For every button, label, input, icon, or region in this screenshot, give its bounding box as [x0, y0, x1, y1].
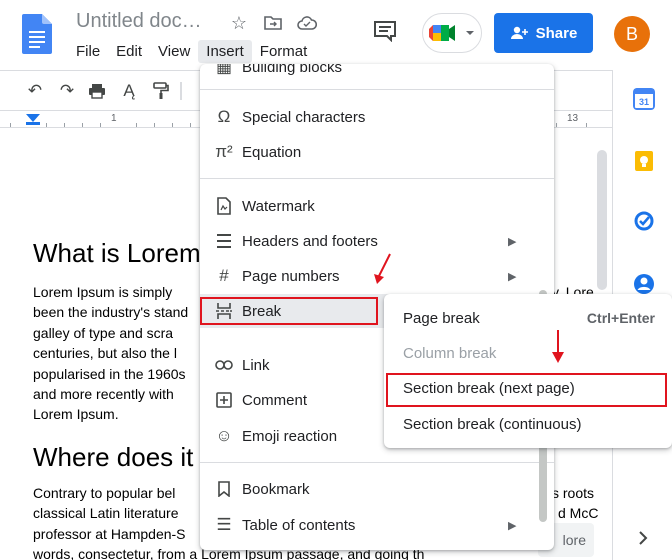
menu-bar: File Edit View Insert Format [68, 40, 315, 63]
building-blocks-icon: ▦ [215, 64, 233, 76]
share-button[interactable]: Share [494, 13, 593, 53]
menu-item-label: Special characters [242, 108, 366, 126]
docs-logo-icon[interactable] [22, 14, 52, 54]
annotation-arrow-icon [374, 253, 391, 284]
menu-item-bookmark[interactable]: Bookmark [200, 472, 554, 506]
ruler-mark-13: 13 [567, 113, 579, 124]
menu-insert[interactable]: Insert [198, 40, 252, 63]
menu-item-building-blocks[interactable]: ▦ Building blocks [200, 64, 554, 84]
submenu-arrow-icon: ▶ [508, 270, 517, 283]
calendar-icon[interactable]: 31 [633, 88, 655, 110]
para2-right-fragment-1: s roots [552, 485, 595, 501]
spellcheck-icon[interactable]: Ą [118, 81, 140, 101]
doc-title[interactable]: Untitled doc… [76, 10, 202, 33]
pi-icon: π² [215, 142, 233, 161]
first-line-indent-marker[interactable] [26, 122, 40, 125]
undo-icon[interactable]: ↶ [24, 81, 46, 101]
menu-item-label: Comment [242, 391, 308, 409]
menu-edit[interactable]: Edit [108, 40, 150, 63]
explore-label: lore [562, 532, 586, 548]
submenu-arrow-icon: ▶ [508, 235, 517, 248]
watermark-icon [214, 196, 234, 216]
menu-file[interactable]: File [68, 40, 108, 63]
contacts-icon[interactable] [633, 273, 655, 295]
cloud-status-icon[interactable] [296, 12, 318, 34]
move-folder-icon[interactable] [262, 12, 284, 34]
menu-item-table-of-contents[interactable]: ☰ Table of contents ▶ [200, 508, 554, 542]
toolbar-divider [180, 82, 182, 100]
annotation-arrow-icon [552, 330, 564, 363]
para2-right-fragment-2: d McC [558, 505, 599, 521]
meet-icon [429, 25, 474, 41]
section-break-highlight-box [386, 373, 667, 407]
menu-item-label: Page numbers [242, 267, 340, 285]
star-icon[interactable]: ☆ [228, 12, 250, 34]
menu-divider [200, 178, 554, 179]
hash-icon: # [219, 266, 229, 285]
redo-icon[interactable]: ↷ [56, 81, 78, 101]
menu-item-special-characters[interactable]: Ω Special characters [200, 100, 554, 134]
document-scrollbar[interactable] [597, 150, 607, 290]
submenu-item-section-break-continuous[interactable]: Section break (continuous) [384, 408, 672, 442]
paint-format-icon[interactable] [150, 81, 172, 101]
menu-item-equation[interactable]: π² Equation [200, 135, 554, 169]
submenu-item-label: Section break (continuous) [403, 416, 582, 433]
comment-history-icon[interactable] [372, 20, 398, 42]
chevron-right-icon[interactable] [637, 530, 649, 546]
submenu-item-label: Column break [403, 345, 497, 362]
avatar[interactable]: B [614, 16, 650, 52]
menu-item-label: Headers and footers [242, 232, 378, 250]
svg-text:31: 31 [639, 97, 649, 107]
header-footer-icon [214, 231, 234, 251]
share-label: Share [535, 24, 578, 42]
menu-item-label: Table of contents [242, 516, 356, 534]
bookmark-icon [214, 479, 234, 499]
menu-format[interactable]: Format [252, 40, 316, 63]
submenu-item-column-break: Column break [384, 337, 672, 371]
indent-marker[interactable] [26, 114, 40, 122]
link-icon [214, 355, 234, 375]
break-submenu: Page break Ctrl+Enter Column break Secti… [384, 294, 672, 448]
ruler-mark-1: 1 [111, 113, 117, 124]
keep-icon[interactable] [633, 150, 655, 172]
menu-view[interactable]: View [150, 40, 198, 63]
menu-item-label: Emoji reaction [242, 427, 338, 445]
menu-item-label: Watermark [242, 197, 315, 215]
menu-item-watermark[interactable]: Watermark [200, 189, 554, 223]
omega-icon: Ω [217, 107, 231, 126]
emoji-icon: ☺ [215, 426, 233, 445]
menu-divider [200, 462, 554, 463]
top-bar: Untitled doc… ☆ File Edit View Insert Fo… [0, 0, 672, 70]
tasks-icon[interactable] [633, 210, 655, 232]
toc-icon: ☰ [216, 515, 232, 534]
menu-item-label: Bookmark [242, 480, 310, 498]
submenu-item-label: Page break [403, 310, 480, 327]
meet-button[interactable] [422, 13, 482, 53]
menu-divider [200, 89, 554, 90]
break-highlight-box [200, 297, 378, 325]
submenu-item-page-break[interactable]: Page break Ctrl+Enter [384, 302, 672, 336]
menu-item-label: Equation [242, 143, 302, 161]
shortcut-label: Ctrl+Enter [586, 310, 655, 326]
comment-add-icon [214, 390, 234, 410]
submenu-arrow-icon: ▶ [508, 519, 517, 532]
menu-item-label: Link [242, 356, 270, 374]
print-icon[interactable] [86, 81, 108, 101]
person-add-icon [510, 26, 528, 39]
menu-item-label: Building blocks [242, 64, 343, 76]
